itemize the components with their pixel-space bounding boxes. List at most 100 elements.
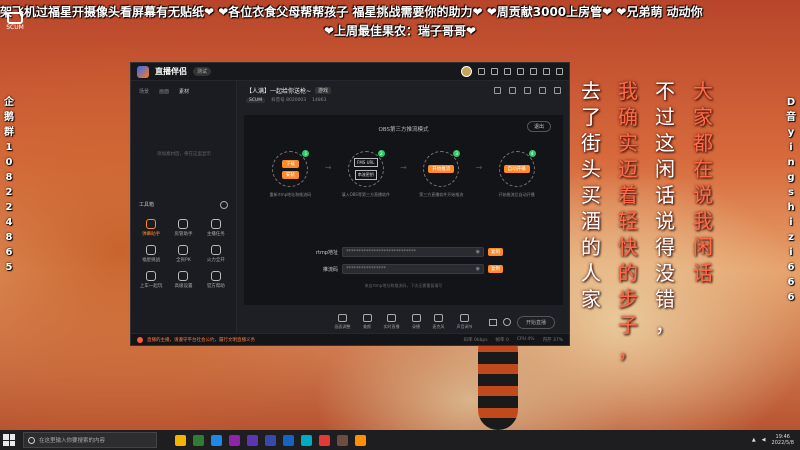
eye-icon[interactable]: ◉ (476, 266, 480, 272)
bottom-tool[interactable]: 麦克风 (433, 314, 445, 330)
vertical-char: y (787, 127, 795, 138)
calligraphy-char: ， (655, 313, 675, 337)
share-icon[interactable] (554, 87, 561, 94)
calligraphy-char: 大 (693, 79, 713, 103)
camera-icon[interactable] (488, 318, 497, 326)
taskbar-app-icon[interactable] (319, 434, 330, 446)
step-button[interactable]: 串流密钥 (354, 170, 377, 180)
tool-item[interactable]: 高级设置 (167, 271, 199, 289)
taskbar-search[interactable]: 在这里输入你要搜索的内容 (23, 432, 157, 448)
screenshot-icon[interactable] (509, 87, 516, 94)
calligraphy-char: 家 (581, 287, 601, 311)
calligraphy-char: 不 (655, 79, 675, 103)
network-icon[interactable]: ▲ (752, 437, 756, 443)
tool-item[interactable]: 火力全开 (200, 245, 232, 263)
tool-item[interactable]: 主播任务 (200, 219, 232, 237)
exit-button[interactable]: 退出 (526, 121, 551, 132)
step-number: 4 (528, 150, 536, 157)
taskbar-app-icon[interactable] (175, 434, 186, 446)
calligraphy-column: 不过这闲话说得没错， (652, 78, 678, 338)
bell-icon[interactable] (539, 87, 546, 94)
field-hint: 来自rtmp地址和推流码，下次无需重复填写 (364, 283, 443, 288)
bottom-tool[interactable]: 声音调节 (457, 314, 473, 330)
user-icon (178, 219, 189, 229)
room-title[interactable]: 【人满】一起给你送枪~ (246, 86, 311, 95)
layout-icon[interactable] (524, 87, 531, 94)
rtmp-input[interactable]: **************************** ◉ (342, 247, 484, 257)
title-bar: 直播伴侣 测试 (131, 63, 569, 81)
pk-icon (178, 245, 189, 255)
tool-item[interactable]: 上车一起玩 (135, 271, 167, 289)
message-icon[interactable] (478, 68, 485, 75)
rtmp-label: rtmp地址 (315, 249, 338, 256)
volume-icon[interactable]: ◀ (762, 437, 766, 443)
tool-item[interactable]: 福星挑战 (135, 245, 167, 263)
record-icon[interactable] (494, 87, 501, 94)
user-avatar[interactable] (461, 66, 472, 77)
taskbar-app-icon[interactable] (337, 434, 348, 446)
vertical-char: 5 (5, 262, 13, 273)
shield-icon (146, 245, 157, 255)
vertical-char: 群 (4, 127, 14, 138)
bottom-tool[interactable]: 录播 (411, 314, 421, 330)
step-button[interactable]: 安装 (281, 170, 299, 179)
tab-scene[interactable]: 场景 (139, 88, 149, 95)
menu-icon[interactable] (517, 68, 524, 75)
calligraphy-char: 步 (618, 287, 638, 311)
taskbar-app-icon[interactable] (247, 434, 258, 446)
tool-item[interactable]: 房管助手 (167, 219, 199, 237)
corner-logo: SCUM (3, 12, 27, 34)
step-button[interactable]: FMS URL (354, 158, 378, 167)
taskbar-app-icon[interactable] (355, 434, 366, 446)
taskbar-app-icon[interactable] (283, 434, 294, 446)
step-button[interactable]: 开始推流 (428, 165, 455, 173)
windows-start-icon[interactable] (3, 434, 15, 446)
minimize-icon[interactable] (530, 68, 537, 75)
streaming-app-window: 直播伴侣 测试 场景 画面 素材 添加素材后，将在这里显示 工具箱 弹幕助手 房管… (130, 62, 570, 346)
taskbar-app-icon[interactable] (229, 434, 240, 446)
key-field: 推流码 **************** ◉ 复制 (304, 264, 503, 274)
tool-item[interactable]: 官方帮助 (200, 271, 232, 289)
vertical-char: 企 (4, 97, 14, 108)
tool-item[interactable]: 弹幕助手 (135, 219, 167, 237)
copy-rtmp-button[interactable]: 复制 (488, 248, 503, 256)
taskbar-app-icon[interactable] (265, 434, 276, 446)
maximize-icon[interactable] (543, 68, 550, 75)
taskbar-app-icon[interactable] (193, 434, 204, 446)
tab-canvas[interactable]: 画面 (159, 88, 169, 95)
corner-logo-text: SCUM (6, 24, 24, 31)
close-icon[interactable] (556, 68, 563, 75)
tool-label: 全民PK (176, 258, 191, 263)
stream-key-input[interactable]: **************** ◉ (342, 264, 484, 274)
clock[interactable]: 19:46 2022/5/8 (772, 434, 794, 446)
tab-material[interactable]: 素材 (179, 88, 189, 95)
tool-label: 火力全开 (206, 258, 225, 263)
taskbar-app-icon[interactable] (301, 434, 312, 446)
bottom-tool[interactable]: 美颜 (362, 314, 372, 330)
tools-collapse-icon[interactable] (220, 201, 228, 209)
start-live-button[interactable]: 开始直播 (516, 315, 555, 329)
eye-icon[interactable]: ◉ (476, 249, 480, 255)
calligraphy-char: 的 (618, 261, 638, 285)
calligraphy-char: 头 (581, 157, 601, 181)
game-tag[interactable]: SCUM (246, 97, 266, 103)
help-icon (210, 271, 221, 281)
room-tag[interactable]: 游戏 (315, 87, 332, 94)
bottom-tool[interactable]: 画面调整 (335, 314, 351, 330)
tool-item[interactable]: 全民PK (167, 245, 199, 263)
calligraphy-char: 着 (618, 183, 638, 207)
rtmp-field: rtmp地址 **************************** ◉ 复制 (304, 247, 503, 257)
gift-icon[interactable] (491, 68, 498, 75)
step-button[interactable]: 下载 (281, 159, 299, 168)
status-stat: CPU 4% (516, 336, 535, 342)
copy-key-button[interactable]: 复制 (488, 265, 503, 273)
taskbar-app-icon[interactable] (211, 434, 222, 446)
shirt-icon[interactable] (504, 68, 511, 75)
fire-icon (210, 245, 221, 255)
version-badge[interactable]: 测试 (193, 67, 212, 76)
calligraphy-char: 的 (581, 235, 601, 259)
settings-icon[interactable] (502, 318, 511, 326)
step-button[interactable]: 自动开播 (503, 165, 530, 173)
bottom-tool[interactable]: 实时直播 (384, 314, 400, 330)
step-number: 2 (377, 150, 385, 157)
